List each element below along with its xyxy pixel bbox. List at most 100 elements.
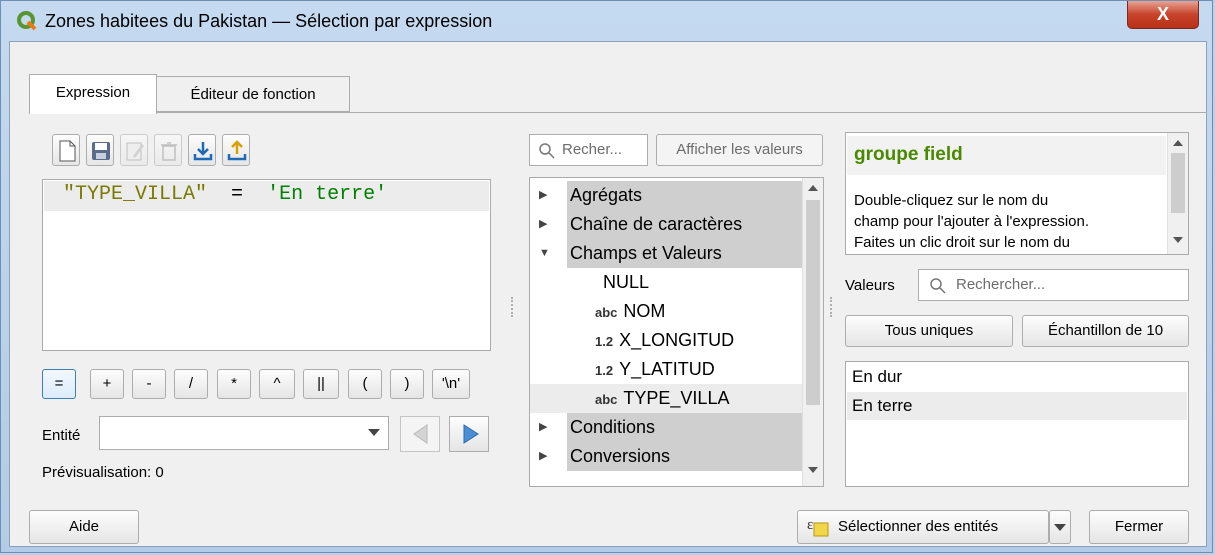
- scroll-down-icon[interactable]: [1173, 237, 1183, 243]
- select-features-button[interactable]: ε Sélectionner des entités: [797, 510, 1049, 544]
- values-list[interactable]: En dur En terre: [845, 361, 1189, 487]
- operator-multiply-button[interactable]: *: [217, 369, 251, 399]
- expression-editor[interactable]: "TYPE_VILLA" = 'En terre': [42, 179, 491, 351]
- tree-group-label: Agrégats: [570, 185, 643, 205]
- tab-function-editor-label: Éditeur de fonction: [190, 86, 316, 103]
- entity-label: Entité: [42, 427, 81, 444]
- string-type-icon: abc: [595, 392, 618, 407]
- tree-item-label: X_LONGITUD: [619, 330, 735, 350]
- tree-item[interactable]: NULL: [530, 268, 803, 297]
- show-values-button[interactable]: Afficher les valeurs: [656, 134, 823, 166]
- close-button[interactable]: Fermer: [1089, 510, 1189, 544]
- tree-group[interactable]: ▶ Conditions: [539, 413, 803, 442]
- dialog-window: Zones habitees du Pakistan — Sélection p…: [0, 0, 1213, 553]
- select-features-menu-button[interactable]: [1049, 510, 1071, 544]
- import-button[interactable]: [188, 134, 216, 166]
- chevron-down-icon: [1054, 524, 1066, 531]
- tab-expression-label: Expression: [55, 84, 131, 101]
- qgis-logo-icon: [17, 11, 37, 31]
- tree-group[interactable]: ▶ Chaîne de caractères: [539, 210, 803, 239]
- next-entity-button[interactable]: [449, 416, 489, 452]
- previous-entity-button[interactable]: [400, 416, 440, 452]
- svg-text:ε: ε: [807, 517, 813, 533]
- tree-item-label: NULL: [603, 272, 650, 292]
- tree-group-label: Chaîne de caractères: [570, 214, 743, 234]
- tree-scrollbar-thumb[interactable]: [806, 200, 820, 405]
- new-file-button[interactable]: [52, 134, 80, 166]
- tree-scrollbar[interactable]: [802, 178, 823, 486]
- tree-item[interactable]: abc TYPE_VILLA: [530, 384, 803, 413]
- chevron-right-icon[interactable]: ▶: [539, 413, 547, 442]
- trash-icon: [161, 142, 177, 161]
- operator-close-paren-button[interactable]: ): [390, 369, 424, 399]
- expression-select-icon: ε: [807, 517, 829, 537]
- help-line: Double-cliquez sur le nom du: [854, 192, 1049, 209]
- function-tree[interactable]: ▶ Agrégats ▶ Chaîne de caractères ▼ Champs et…: [529, 177, 824, 487]
- tree-group-label: Champs et Valeurs: [570, 243, 722, 263]
- operator-equals-button[interactable]: =: [42, 369, 76, 399]
- tab-expression[interactable]: Expression: [29, 74, 157, 114]
- save-button[interactable]: [86, 134, 114, 166]
- window-title: Zones habitees du Pakistan — Sélection p…: [45, 11, 493, 31]
- help-button[interactable]: Aide: [29, 510, 139, 544]
- all-unique-button[interactable]: Tous uniques: [845, 315, 1013, 347]
- number-type-icon: 1.2: [595, 334, 614, 349]
- number-type-icon: 1.2: [595, 363, 614, 378]
- tree-group[interactable]: ▶ Agrégats: [539, 181, 803, 210]
- tree-item-label: Y_LATITUD: [619, 359, 715, 379]
- tree-group[interactable]: ▼ Champs et Valeurs: [539, 239, 803, 268]
- operator-concat-button[interactable]: ||: [303, 369, 339, 399]
- list-item[interactable]: En terre: [847, 392, 1187, 420]
- triangle-right-icon: [463, 424, 479, 444]
- operator-power-button[interactable]: ^: [259, 369, 295, 399]
- edit-button[interactable]: [120, 134, 148, 166]
- tree-item-label: TYPE_VILLA: [623, 388, 730, 408]
- scroll-down-icon[interactable]: [808, 467, 818, 473]
- values-search-input[interactable]: Rechercher...: [918, 269, 1189, 301]
- tree-item[interactable]: abc NOM: [530, 297, 803, 326]
- tree-item[interactable]: 1.2 X_LONGITUD: [530, 326, 803, 355]
- splitter-handle-right[interactable]: [830, 297, 834, 317]
- chevron-right-icon[interactable]: ▶: [539, 442, 547, 471]
- tab-function-editor[interactable]: Éditeur de fonction: [156, 76, 350, 112]
- scroll-up-icon[interactable]: [808, 185, 818, 191]
- expression-text: "TYPE_VILLA" = 'En terre': [63, 183, 387, 206]
- scroll-up-icon[interactable]: [1173, 140, 1183, 146]
- operator-divide-button[interactable]: /: [174, 369, 208, 399]
- help-title: groupe field: [854, 144, 963, 165]
- splitter-handle-left[interactable]: [511, 297, 515, 317]
- string-type-icon: abc: [595, 305, 618, 320]
- download-icon: [193, 142, 213, 161]
- operator-plus-button[interactable]: +: [90, 369, 124, 399]
- delete-button[interactable]: [154, 134, 182, 166]
- close-window-button[interactable]: X: [1127, 1, 1199, 29]
- chevron-down-icon[interactable]: ▼: [539, 239, 550, 268]
- new-file-icon: [59, 140, 76, 162]
- tree-group[interactable]: ▶ Conversions: [539, 442, 803, 471]
- list-item[interactable]: En dur: [847, 363, 1187, 391]
- expression-literal: 'En terre': [267, 183, 388, 206]
- select-features-label: Sélectionner des entités: [838, 518, 999, 535]
- sample-10-button[interactable]: Échantillon de 10: [1022, 315, 1189, 347]
- help-scrollbar-thumb[interactable]: [1171, 153, 1185, 213]
- search-icon: [930, 278, 946, 294]
- help-scrollbar[interactable]: [1167, 133, 1188, 254]
- chevron-right-icon[interactable]: ▶: [539, 181, 547, 210]
- values-search-placeholder: Rechercher...: [956, 276, 1046, 293]
- help-line: Faites un clic droit sur le nom du: [854, 234, 1070, 251]
- tree-group-label: Conversions: [570, 446, 671, 466]
- operator-newline-button[interactable]: '\n': [432, 369, 470, 399]
- tree-item[interactable]: 1.2 Y_LATITUD: [530, 355, 803, 384]
- function-search-input[interactable]: Recher...: [529, 134, 648, 166]
- edit-icon: [126, 142, 144, 161]
- tree-group-label: Conditions: [570, 417, 656, 437]
- preview-label: Prévisualisation:: [42, 464, 152, 481]
- export-button[interactable]: [222, 134, 250, 166]
- operator-minus-button[interactable]: -: [132, 369, 166, 399]
- chevron-right-icon[interactable]: ▶: [539, 210, 547, 239]
- tree-item-label: NOM: [623, 301, 666, 321]
- help-line: champ pour l'ajouter à l'expression.: [854, 213, 1090, 230]
- entity-combobox[interactable]: [99, 416, 389, 450]
- operator-open-paren-button[interactable]: (: [348, 369, 382, 399]
- help-panel: groupe field Double-cliquez sur le nom d…: [845, 132, 1189, 255]
